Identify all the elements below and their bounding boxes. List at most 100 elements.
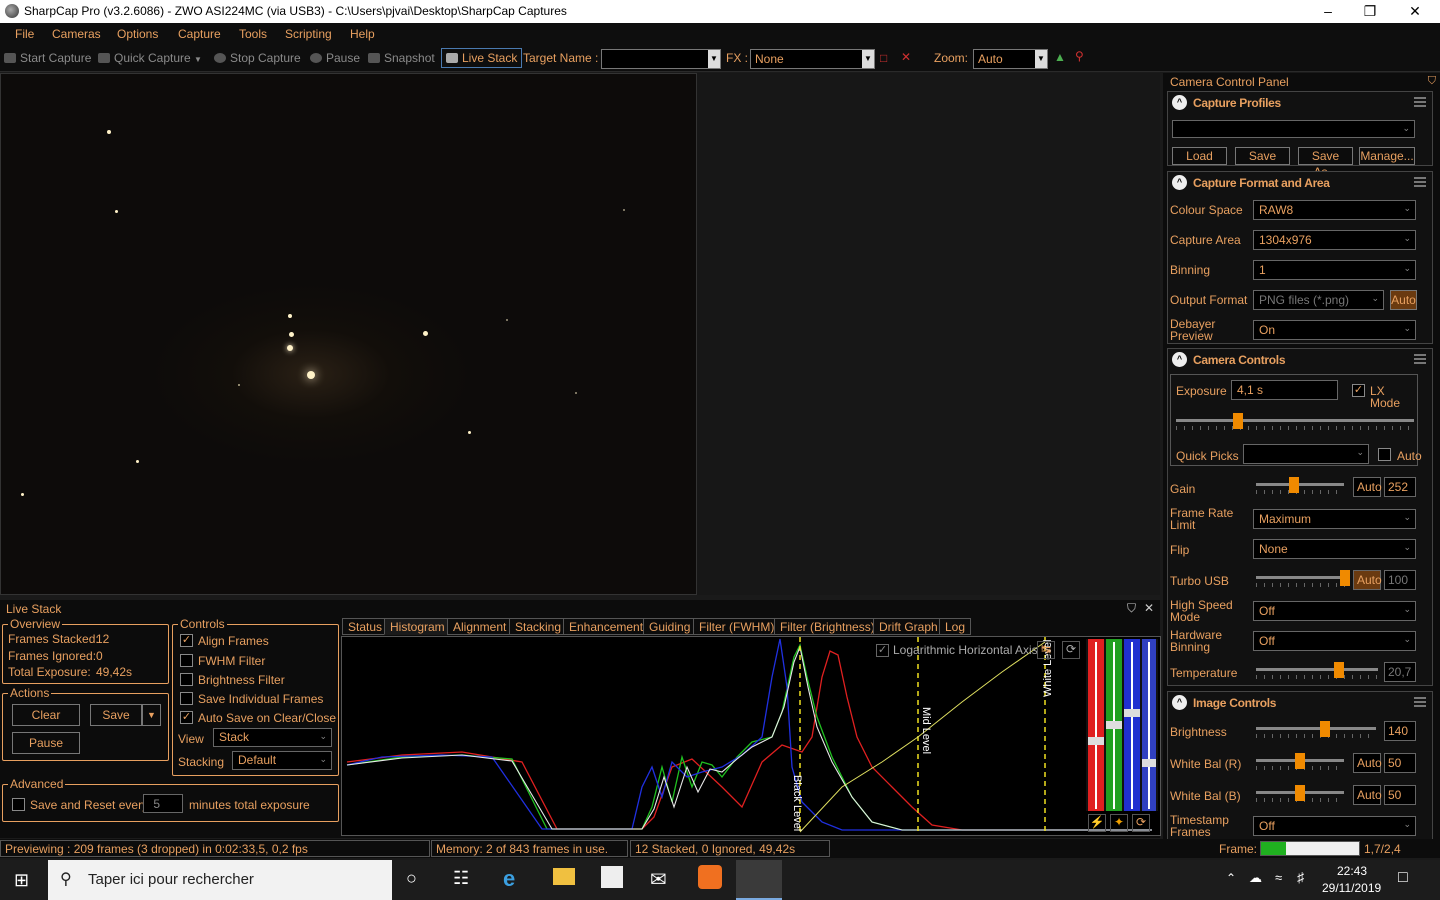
reset-icon[interactable]: ⟳ bbox=[1062, 641, 1080, 659]
tab-stacking[interactable]: Stacking bbox=[509, 618, 568, 635]
sparkle-icon[interactable]: ✦ bbox=[1110, 814, 1128, 832]
menu-cameras[interactable]: Cameras bbox=[52, 27, 101, 41]
exposure-slider[interactable] bbox=[1176, 413, 1414, 430]
image-view[interactable] bbox=[0, 73, 697, 595]
log-axis-checkbox[interactable]: ✓ bbox=[876, 644, 889, 657]
collapse-icon[interactable]: ^ bbox=[1172, 352, 1187, 367]
capture-area-select[interactable]: 1304x976 ⌄ bbox=[1253, 230, 1416, 250]
collapse-icon[interactable]: ^ bbox=[1172, 695, 1187, 710]
view-select[interactable]: Stack ⌄ bbox=[213, 728, 332, 747]
wb-red-auto-button[interactable]: Auto bbox=[1353, 753, 1382, 773]
taskbar-search[interactable]: ⚲ Taper ici pour rechercher bbox=[48, 860, 392, 900]
save-dropdown-button[interactable]: ▼ bbox=[142, 704, 161, 726]
tab-status[interactable]: Status bbox=[342, 618, 389, 635]
lightning-icon[interactable]: ⚡ bbox=[1088, 814, 1106, 832]
pin-icon[interactable]: ⛉ bbox=[1428, 75, 1436, 88]
load-profile-button[interactable]: Load bbox=[1172, 147, 1227, 165]
clock-time[interactable]: 22:43 bbox=[1337, 864, 1367, 878]
save-stack-button[interactable]: Save bbox=[90, 704, 142, 726]
brightness-slider[interactable] bbox=[1256, 721, 1376, 738]
section-header[interactable]: ^ Capture Format and Area bbox=[1168, 172, 1432, 194]
edge-icon[interactable]: e bbox=[503, 866, 515, 892]
windows-start-icon[interactable]: ⊞ bbox=[14, 870, 29, 891]
wb-blue-slider[interactable] bbox=[1256, 785, 1344, 802]
menu-tools[interactable]: Tools bbox=[239, 27, 267, 41]
turbo-usb-slider-thumb[interactable] bbox=[1340, 570, 1350, 586]
crosshair-icon[interactable]: ✕ bbox=[901, 50, 911, 64]
save-profile-button[interactable]: Save bbox=[1235, 147, 1290, 165]
chevron-down-icon[interactable]: ▼ bbox=[708, 50, 720, 68]
quick-capture-button[interactable]: Quick Capture ▼ bbox=[98, 51, 202, 65]
debayer-select[interactable]: On ⌄ bbox=[1253, 320, 1416, 340]
chevron-down-icon[interactable]: ▼ bbox=[1035, 50, 1047, 68]
quick-picks-select[interactable]: ⌄ bbox=[1243, 444, 1369, 464]
brightness-filter-checkbox[interactable] bbox=[180, 673, 193, 686]
tab-filter-brightness[interactable]: Filter (Brightness) bbox=[774, 618, 881, 635]
wb-red-slider[interactable] bbox=[1256, 753, 1344, 770]
brightness-input[interactable]: 140 bbox=[1384, 721, 1416, 741]
file-explorer-icon[interactable] bbox=[553, 868, 575, 885]
reset-balance-icon[interactable]: ⟳ bbox=[1132, 814, 1150, 832]
stop-capture-button[interactable]: Stop Capture bbox=[214, 51, 301, 65]
hw-binning-select[interactable]: Off ⌄ bbox=[1253, 631, 1416, 651]
pause-button[interactable]: Pause bbox=[310, 51, 360, 65]
tab-histogram[interactable]: Histogram bbox=[384, 618, 451, 635]
colour-space-select[interactable]: RAW8 ⌄ bbox=[1253, 200, 1416, 220]
menu-capture[interactable]: Capture bbox=[178, 27, 221, 41]
pause-stack-button[interactable]: Pause bbox=[12, 732, 80, 754]
zoom-search-icon[interactable]: ⚲ bbox=[1075, 49, 1084, 63]
fx-combo[interactable]: None ▼ bbox=[750, 49, 875, 69]
quick-picks-auto-checkbox[interactable] bbox=[1378, 448, 1391, 461]
cortana-icon[interactable]: ○ bbox=[406, 868, 417, 889]
chevron-down-icon[interactable]: ▼ bbox=[194, 55, 202, 64]
tab-alignment[interactable]: Alignment bbox=[447, 618, 513, 635]
tab-guiding[interactable]: Guiding bbox=[643, 618, 697, 635]
menu-options[interactable]: Options bbox=[117, 27, 158, 41]
minimize-button[interactable]: – bbox=[1305, 0, 1351, 23]
gain-slider[interactable] bbox=[1256, 477, 1344, 494]
minutes-stepper[interactable]: 5 bbox=[143, 794, 183, 813]
chevron-up-icon[interactable]: ⌃ bbox=[1226, 871, 1236, 885]
store-icon[interactable] bbox=[601, 866, 623, 888]
blogger-icon[interactable] bbox=[698, 865, 722, 889]
gain-auto-button[interactable]: Auto bbox=[1353, 477, 1382, 497]
output-auto-button[interactable]: Auto bbox=[1390, 290, 1417, 310]
section-header[interactable]: ^ Image Controls bbox=[1168, 692, 1432, 714]
histogram-icon[interactable]: ▲ bbox=[1054, 50, 1066, 64]
tab-log[interactable]: Log bbox=[939, 618, 972, 635]
wb-red-slider-thumb[interactable] bbox=[1295, 753, 1305, 769]
flip-select[interactable]: None ⌄ bbox=[1253, 539, 1416, 559]
pin-icon[interactable]: ⛉ bbox=[1127, 601, 1136, 616]
output-format-select[interactable]: PNG files (*.png) ⌄ bbox=[1253, 290, 1384, 310]
timestamp-select[interactable]: Off ⌄ bbox=[1253, 816, 1416, 836]
section-header[interactable]: ^ Camera Controls bbox=[1168, 349, 1432, 371]
lx-mode-checkbox[interactable]: ✓ bbox=[1352, 384, 1365, 397]
start-capture-button[interactable]: Start Capture bbox=[4, 51, 91, 65]
snapshot-button[interactable]: Snapshot bbox=[368, 51, 435, 65]
menu-icon[interactable] bbox=[1414, 697, 1426, 707]
section-header[interactable]: ^ Capture Profiles bbox=[1168, 92, 1432, 114]
turbo-auto-button[interactable]: Auto bbox=[1353, 570, 1382, 590]
live-stack-button[interactable]: Live Stack bbox=[441, 48, 523, 68]
select-area-icon[interactable]: □ bbox=[880, 51, 887, 65]
auto-stretch-icon[interactable]: ↹ bbox=[1037, 641, 1055, 659]
menu-scripting[interactable]: Scripting bbox=[285, 27, 332, 41]
stacking-select[interactable]: Default ⌄ bbox=[232, 751, 332, 770]
wb-blue-auto-button[interactable]: Auto bbox=[1353, 785, 1382, 805]
sharpcap-taskbar-item[interactable] bbox=[736, 860, 782, 900]
turbo-usb-input[interactable]: 100 bbox=[1384, 570, 1416, 590]
high-speed-select[interactable]: Off ⌄ bbox=[1253, 601, 1416, 621]
profile-select[interactable]: ⌄ bbox=[1172, 120, 1415, 138]
save-as-profile-button[interactable]: Save As... bbox=[1298, 147, 1353, 179]
fwhm-filter-checkbox[interactable] bbox=[180, 654, 193, 667]
frame-rate-select[interactable]: Maximum ⌄ bbox=[1253, 509, 1416, 529]
close-window-button[interactable]: ✕ bbox=[1392, 0, 1438, 23]
notifications-icon[interactable]: □ bbox=[1398, 869, 1408, 887]
clock-date[interactable]: 29/11/2019 bbox=[1322, 881, 1381, 895]
zoom-combo[interactable]: Auto ▼ bbox=[973, 49, 1048, 69]
close-icon[interactable]: ✕ bbox=[1144, 601, 1154, 615]
chevron-down-icon[interactable]: ▼ bbox=[862, 50, 874, 68]
manage-profiles-button[interactable]: Manage... bbox=[1359, 147, 1415, 165]
brightness-slider-thumb[interactable] bbox=[1320, 721, 1330, 737]
menu-help[interactable]: Help bbox=[350, 27, 375, 41]
